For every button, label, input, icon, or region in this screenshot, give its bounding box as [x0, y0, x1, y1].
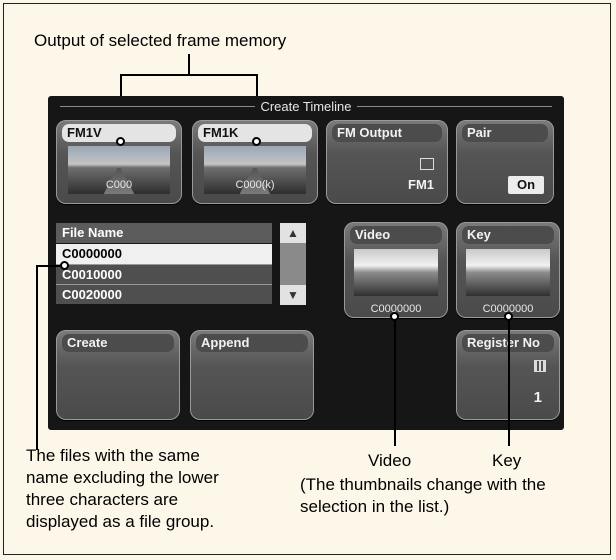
- fm-output-button[interactable]: FM Output FM1: [326, 120, 448, 204]
- key-label: Key: [462, 226, 554, 244]
- callout-marker: [60, 261, 69, 270]
- callout-line: [188, 54, 190, 74]
- callout-file-group-line: name excluding the lower: [26, 468, 219, 487]
- pair-value: On: [508, 176, 544, 194]
- append-label: Append: [196, 334, 308, 352]
- key-thumbnail: [466, 249, 550, 296]
- fm1k-thumb-caption: C000(k): [235, 179, 275, 191]
- callout-line: [36, 265, 38, 450]
- scroll-down-icon[interactable]: ▼: [280, 285, 306, 305]
- file-name-header: File Name: [56, 223, 272, 243]
- file-name-list: File Name C0000000 C0010000 C0020000 ▲ ▼: [56, 223, 306, 305]
- fm1v-thumbnail: C000: [68, 146, 170, 194]
- fm1k-thumbnail: C000(k): [204, 146, 306, 194]
- register-no-value: 1: [533, 389, 542, 406]
- callout-line: [394, 318, 396, 446]
- callout-file-group-line: three characters are: [26, 490, 179, 509]
- callout-file-group-line: The files with the same: [26, 446, 200, 465]
- keypad-icon: [534, 360, 546, 372]
- video-thumbnail: [354, 249, 438, 296]
- fm1v-thumb-caption: C000: [105, 179, 133, 191]
- fm-output-value: FM1: [408, 177, 434, 192]
- callout-marker: [504, 312, 513, 321]
- callout-line: [36, 265, 62, 267]
- fm1v-button[interactable]: FM1V C000: [56, 120, 182, 204]
- callout-line: [508, 318, 510, 446]
- scroll-up-icon[interactable]: ▲: [280, 223, 306, 243]
- key-thumbnail-button[interactable]: Key C0000000: [456, 222, 560, 318]
- video-label: Video: [350, 226, 442, 244]
- callout-marker: [116, 137, 125, 146]
- callout-marker: [390, 312, 399, 321]
- list-item[interactable]: C0000000: [56, 244, 272, 264]
- callout-video: Video: [368, 451, 412, 470]
- scrollbar-track[interactable]: [280, 243, 306, 285]
- callout-line: [120, 74, 258, 76]
- callout-thumbnail-note: (The thumbnails change with the selectio…: [300, 474, 546, 518]
- callout-file-group: The files with the same name excluding t…: [26, 445, 219, 533]
- video-thumbnail-button[interactable]: Video C0000000: [344, 222, 448, 318]
- callout-file-group-line: displayed as a file group.: [26, 512, 215, 531]
- pair-button[interactable]: Pair On: [456, 120, 554, 204]
- pair-label: Pair: [462, 124, 548, 142]
- create-button[interactable]: Create: [56, 330, 180, 420]
- fm1k-button[interactable]: FM1K C000(k): [192, 120, 318, 204]
- append-button[interactable]: Append: [190, 330, 314, 420]
- callout-frame-memory: Output of selected frame memory: [34, 31, 287, 50]
- fm-output-icon: [420, 158, 434, 170]
- panel-title-text: Create Timeline: [255, 99, 357, 114]
- callout-thumbnail-note-line: selection in the list.): [300, 497, 450, 516]
- callout-key: Key: [492, 451, 522, 470]
- panel-title: Create Timeline: [48, 99, 564, 114]
- create-label: Create: [62, 334, 174, 352]
- create-timeline-panel: Create Timeline FM1V C000 FM1K C000(k) F…: [48, 96, 564, 430]
- fm-output-label: FM Output: [332, 124, 442, 142]
- callout-thumbnail-note-line: (The thumbnails change with the: [300, 475, 546, 494]
- callout-marker: [252, 137, 261, 146]
- list-item[interactable]: C0010000: [56, 264, 272, 284]
- list-item[interactable]: C0020000: [56, 284, 272, 304]
